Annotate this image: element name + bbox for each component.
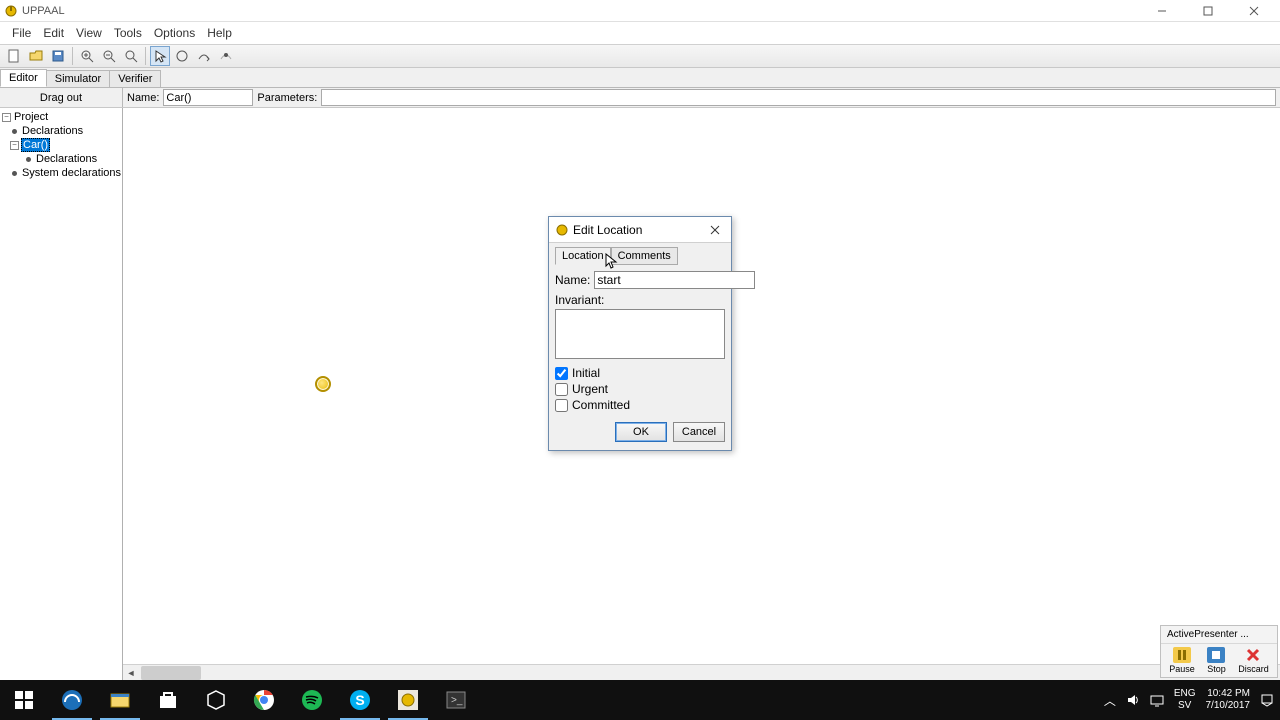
menu-tools[interactable]: Tools [108, 24, 148, 42]
location-tool-icon[interactable] [172, 46, 192, 66]
taskbar-spotify-icon[interactable] [288, 680, 336, 720]
ap-discard-button[interactable]: Discard [1238, 647, 1269, 674]
dialog-icon [555, 223, 569, 237]
template-name-label: Name: [123, 92, 163, 104]
dialog-name-input[interactable] [594, 271, 755, 289]
sub-toolbar: Drag out Name: Parameters: [0, 88, 1280, 108]
tab-editor[interactable]: Editor [0, 69, 47, 87]
taskbar-unity-icon[interactable] [192, 680, 240, 720]
tree-declarations[interactable]: Declarations [21, 125, 84, 137]
taskbar-uppaal-icon[interactable] [384, 680, 432, 720]
edge-tool-icon[interactable] [194, 46, 214, 66]
tray-lang-2[interactable]: SV [1174, 700, 1196, 712]
save-icon[interactable] [48, 46, 68, 66]
taskbar-chrome-icon[interactable] [240, 680, 288, 720]
stop-icon [1207, 647, 1225, 663]
dialog-check-initial[interactable]: Initial [555, 366, 725, 380]
ap-pause-button[interactable]: Pause [1169, 647, 1195, 674]
svg-text:S: S [355, 692, 364, 708]
dialog-name-label: Name: [555, 273, 590, 287]
app-icon [4, 4, 18, 18]
committed-checkbox[interactable] [555, 399, 568, 412]
tree-system-declarations[interactable]: System declarations [21, 167, 122, 179]
pause-icon [1173, 647, 1191, 663]
menu-bar: File Edit View Tools Options Help [0, 22, 1280, 44]
tray-chevron-icon[interactable]: ︿ [1104, 692, 1116, 709]
taskbar-edge-icon[interactable] [48, 680, 96, 720]
minimize-button[interactable] [1148, 1, 1176, 21]
dialog-check-urgent[interactable]: Urgent [555, 382, 725, 396]
dialog-close-button[interactable] [705, 220, 725, 240]
tree-car[interactable]: Car() [21, 138, 50, 152]
dialog-invariant-input[interactable] [555, 309, 725, 359]
tray-lang-1[interactable]: ENG [1174, 688, 1196, 700]
taskbar-terminal-icon[interactable]: >_ [432, 680, 480, 720]
maximize-button[interactable] [1194, 1, 1222, 21]
tray-network-icon[interactable] [1150, 693, 1164, 707]
svg-text:>_: >_ [451, 695, 463, 706]
location-node[interactable] [315, 376, 331, 392]
tree-car-declarations[interactable]: Declarations [35, 153, 98, 165]
tree-toggle-icon[interactable]: − [10, 141, 19, 150]
ap-title: ActivePresenter ... [1167, 629, 1271, 640]
parameters-label: Parameters: [253, 92, 321, 104]
cancel-button[interactable]: Cancel [673, 422, 725, 442]
zoom-fit-icon[interactable] [121, 46, 141, 66]
project-tree: − Project Declarations − Car() Declarati… [0, 108, 123, 680]
tree-bullet-icon [12, 171, 17, 176]
dialog-invariant-label: Invariant: [555, 293, 725, 307]
edit-location-dialog: Edit Location Location Comments Name: In… [548, 216, 732, 451]
dialog-title: Edit Location [573, 223, 705, 237]
dialog-tab-location[interactable]: Location [555, 247, 611, 265]
discard-icon [1244, 647, 1262, 663]
start-button[interactable] [0, 680, 48, 720]
taskbar-explorer-icon[interactable] [96, 680, 144, 720]
tree-project[interactable]: Project [13, 111, 49, 123]
dialog-check-committed[interactable]: Committed [555, 398, 725, 412]
menu-options[interactable]: Options [148, 24, 201, 42]
dialog-tab-comments[interactable]: Comments [611, 247, 678, 265]
zoom-out-icon[interactable] [99, 46, 119, 66]
menu-view[interactable]: View [70, 24, 108, 42]
close-button[interactable] [1240, 1, 1268, 21]
tray-notifications-icon[interactable] [1260, 693, 1274, 707]
ok-button[interactable]: OK [615, 422, 667, 442]
taskbar: S >_ ︿ ENG SV 10:42 PM 7/10/2017 [0, 680, 1280, 720]
menu-edit[interactable]: Edit [37, 24, 70, 42]
ap-stop-button[interactable]: Stop [1207, 647, 1226, 674]
nail-tool-icon[interactable] [216, 46, 236, 66]
tree-bullet-icon [12, 129, 17, 134]
taskbar-store-icon[interactable] [144, 680, 192, 720]
menu-help[interactable]: Help [201, 24, 238, 42]
activepresenter-overlay: ActivePresenter ... Pause Stop Discard [1160, 625, 1278, 678]
drag-out-label[interactable]: Drag out [0, 88, 123, 107]
new-icon[interactable] [4, 46, 24, 66]
select-tool-icon[interactable] [150, 46, 170, 66]
tray-date[interactable]: 7/10/2017 [1206, 700, 1251, 712]
tab-simulator[interactable]: Simulator [46, 70, 110, 87]
tray-time[interactable]: 10:42 PM [1206, 688, 1251, 700]
initial-checkbox[interactable] [555, 367, 568, 380]
tray-volume-icon[interactable] [1126, 693, 1140, 707]
tree-toggle-icon[interactable]: − [2, 113, 11, 122]
taskbar-skype-icon[interactable]: S [336, 680, 384, 720]
app-title: UPPAAL [22, 5, 1148, 17]
zoom-in-icon[interactable] [77, 46, 97, 66]
tab-bar: Editor Simulator Verifier [0, 68, 1280, 88]
urgent-checkbox[interactable] [555, 383, 568, 396]
menu-file[interactable]: File [6, 24, 37, 42]
toolbar [0, 44, 1280, 68]
template-name-input[interactable] [163, 89, 253, 106]
tree-bullet-icon [26, 157, 31, 162]
parameters-input[interactable] [321, 89, 1276, 106]
scroll-thumb[interactable] [141, 666, 201, 680]
tab-verifier[interactable]: Verifier [109, 70, 161, 87]
scroll-left-icon[interactable]: ◄ [123, 665, 139, 681]
open-icon[interactable] [26, 46, 46, 66]
title-bar: UPPAAL [0, 0, 1280, 22]
horizontal-scrollbar[interactable]: ◄ ► [123, 664, 1280, 680]
